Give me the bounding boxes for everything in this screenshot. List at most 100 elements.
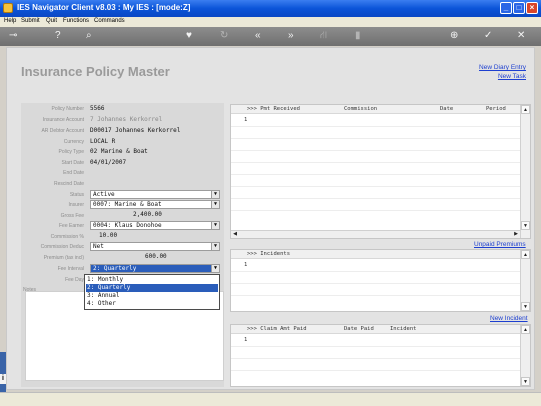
scroll-up-icon[interactable]: ▲ [521, 105, 530, 114]
premium-value[interactable]: 600.00 [145, 253, 167, 260]
start-date-value[interactable]: 04/01/2007 [90, 159, 126, 166]
row-divider [231, 358, 520, 359]
fee-earner-label: Fee Earner [58, 223, 84, 229]
help-icon[interactable]: ? [55, 30, 61, 42]
claims-vertical-scrollbar[interactable]: ▲ ▼ [520, 325, 530, 386]
policy-number-label: Policy Number [51, 106, 84, 112]
column-date-paid[interactable]: Date Paid [344, 325, 374, 334]
menu-submit[interactable]: Submit [21, 18, 40, 24]
row-divider [231, 150, 520, 151]
heart-icon[interactable]: ♥ [186, 30, 192, 42]
row-divider [231, 346, 520, 347]
minimize-button[interactable]: _ [500, 2, 512, 14]
claims-grid: >>> Claim Amt Paid Date Paid Incident 1 … [230, 324, 531, 387]
menu-bar: Help Submit Quit Functions Commands [0, 17, 541, 27]
new-incident-link[interactable]: New Incident [490, 315, 528, 322]
column-date[interactable]: Date [440, 105, 453, 114]
policy-number-value[interactable]: 5566 [90, 105, 104, 112]
gross-fee-label: Gross Fee [60, 213, 84, 219]
ar-debtor-account-value[interactable]: D00017 Johannes Kerkorrel [90, 127, 180, 134]
option-monthly[interactable]: 1: Monthly [86, 276, 218, 284]
insurer-select[interactable]: 0007: Marine & Boat ▼ [90, 200, 220, 209]
row-divider [231, 138, 520, 139]
receipts-grid-header: >>> Pmt Received Commission Date Period [231, 105, 520, 114]
column-period[interactable]: Period [486, 105, 506, 114]
column-claim-amt-paid[interactable]: >>> Claim Amt Paid [247, 325, 307, 334]
insurer-label: Insurer [68, 202, 84, 208]
insurance-account-value[interactable]: 7 Johannes Kerkorrel [90, 116, 162, 123]
rescind-date-label: Rescind Date [53, 181, 84, 187]
policy-form: Policy Number 5566 Insurance Account 7 J… [21, 103, 224, 387]
incidents-vertical-scrollbar[interactable]: ▲ ▼ [520, 250, 530, 311]
rewind-icon[interactable]: « [255, 30, 261, 42]
fee-interval-value: 2: Quarterly [93, 265, 137, 272]
row-divider [231, 283, 520, 284]
check-icon[interactable]: ✓ [484, 30, 492, 42]
maximize-button[interactable]: □ [513, 2, 525, 14]
row-divider [231, 162, 520, 163]
page-title: Insurance Policy Master [21, 64, 170, 79]
scroll-right-icon[interactable]: ▶ [512, 231, 520, 238]
column-commission[interactable]: Commission [344, 105, 377, 114]
close-icon[interactable]: ✕ [517, 30, 525, 42]
row-divider [231, 271, 520, 272]
row-divider [231, 174, 520, 175]
menu-commands[interactable]: Commands [94, 18, 125, 24]
fast-forward-icon[interactable]: » [288, 30, 294, 42]
chevron-down-icon[interactable]: ▼ [211, 201, 219, 208]
key-icon[interactable]: ⊸ [9, 30, 17, 42]
fee-earner-select[interactable]: 0004: Klaus Donohoe ▼ [90, 221, 220, 230]
globe-icon[interactable]: ⊕ [450, 30, 458, 42]
policy-type-value[interactable]: 02 Marine & Boat [90, 148, 148, 155]
row-divider [231, 198, 520, 199]
start-date-label: Start Date [61, 160, 84, 166]
chevron-down-icon[interactable]: ▼ [211, 222, 219, 229]
column-incident[interactable]: Incident [390, 325, 417, 334]
status-select[interactable]: Active ▼ [90, 190, 220, 199]
row-divider [231, 210, 520, 211]
column-pmt-received[interactable]: >>> Pmt Received [247, 105, 300, 114]
scroll-left-icon[interactable]: ◀ [231, 231, 239, 238]
close-window-button[interactable]: × [526, 2, 538, 14]
menu-quit[interactable]: Quit [46, 18, 57, 24]
scroll-up-icon[interactable]: ▲ [521, 325, 530, 334]
gross-fee-value[interactable]: 2,400.00 [133, 211, 162, 218]
scroll-down-icon[interactable]: ▼ [521, 377, 530, 386]
currency-label: Currency [63, 139, 84, 145]
tree-icon[interactable]: ⛙ [320, 30, 327, 42]
receipts-vertical-scrollbar[interactable]: ▲ ▼ [520, 105, 530, 238]
commission-deduct-label: Commission Deduc [40, 244, 84, 250]
unpaid-premiums-link[interactable]: Unpaid Premiums [474, 241, 526, 248]
commission-pct-label: Commission % [50, 234, 84, 240]
document-icon[interactable]: ▮ [355, 30, 361, 42]
commission-pct-value[interactable]: 10.00 [99, 232, 117, 239]
receipts-grid: >>> Pmt Received Commission Date Period … [230, 104, 531, 239]
row-number: 1 [244, 117, 248, 123]
scroll-up-icon[interactable]: ▲ [521, 250, 530, 259]
commission-deduct-select[interactable]: Net ▼ [90, 242, 220, 251]
row-divider [231, 370, 520, 371]
new-diary-entry-link[interactable]: New Diary Entry [479, 64, 526, 71]
option-other[interactable]: 4: Other [86, 300, 218, 308]
chevron-down-icon[interactable]: ▼ [211, 243, 219, 250]
currency-value[interactable]: LOCAL R [90, 138, 115, 145]
chevron-down-icon[interactable]: ▼ [211, 265, 219, 272]
receipts-horizontal-scrollbar[interactable]: ◀ ▶ [231, 230, 520, 238]
column-incidents[interactable]: >>> Incidents [247, 250, 290, 259]
scroll-down-icon[interactable]: ▼ [521, 221, 530, 230]
scroll-down-icon[interactable]: ▼ [521, 302, 530, 311]
fee-interval-select[interactable]: 2: Quarterly ▼ [90, 264, 220, 273]
status-label: Status [69, 192, 84, 198]
option-annual[interactable]: 3: Annual [86, 292, 218, 300]
search-icon[interactable]: ⌕ [86, 30, 92, 42]
refresh-icon[interactable]: ↻ [220, 30, 228, 42]
policy-type-label: Policy Type [58, 149, 84, 155]
menu-functions[interactable]: Functions [63, 18, 89, 24]
main-panel: Insurance Policy Master New Diary Entry … [6, 47, 535, 390]
fee-day-label: Fee Day [65, 277, 84, 283]
menu-help[interactable]: Help [4, 18, 16, 24]
new-task-link[interactable]: New Task [498, 73, 526, 80]
option-quarterly[interactable]: 2: Quarterly [86, 284, 218, 292]
incidents-grid-header: >>> Incidents [231, 250, 520, 259]
chevron-down-icon[interactable]: ▼ [211, 191, 219, 198]
